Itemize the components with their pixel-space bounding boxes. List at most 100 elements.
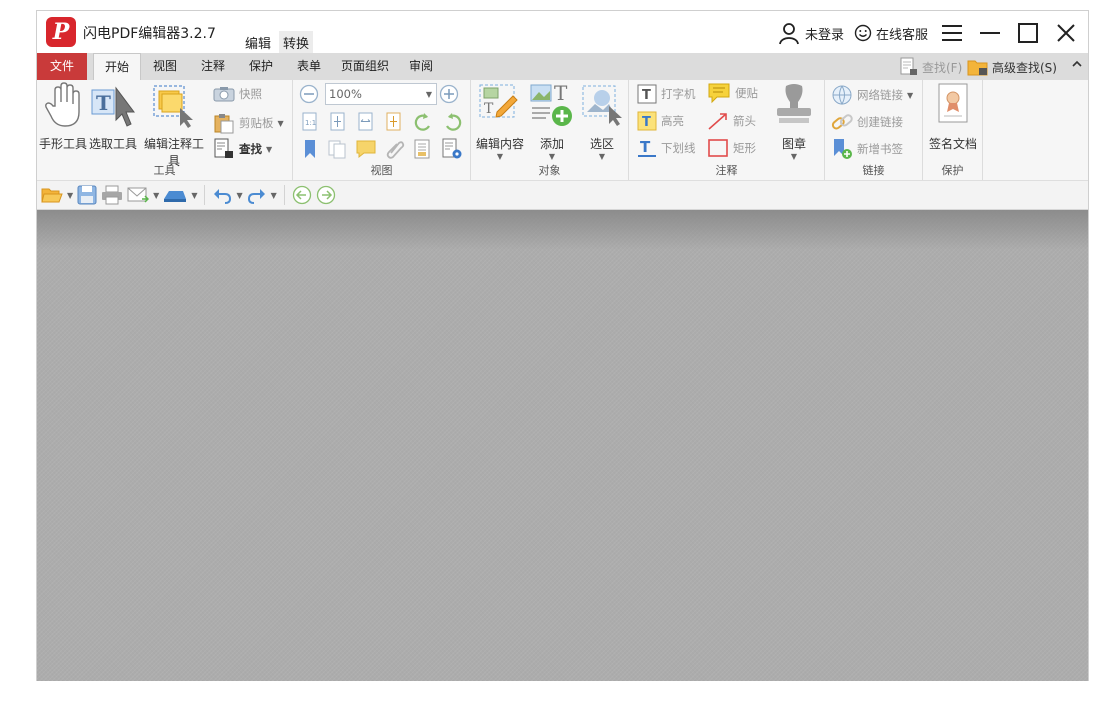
web-link-button[interactable]: 网络链接 ▼ [831,84,913,106]
tab-review[interactable]: 审阅 [401,53,441,80]
collapse-ribbon-button[interactable] [1071,59,1083,69]
underline-icon: T [638,138,656,157]
actual-size-icon[interactable]: 1:1 [301,112,319,132]
document-area[interactable] [37,210,1088,681]
edit-content-button[interactable]: T 编辑内容 ▼ [473,82,527,161]
toolbar-separator [283,185,285,205]
select-area-button[interactable]: 选区 ▼ [577,82,627,161]
add-object-dropdown-icon[interactable]: ▼ [527,152,577,161]
maximize-button[interactable] [1014,19,1042,47]
undo-dropdown-icon[interactable]: ▼ [236,191,242,200]
zoom-in-button[interactable] [439,84,459,104]
clipboard-button[interactable]: 剪贴板 ▼ [213,112,284,134]
select-area-icon [582,85,622,126]
save-icon[interactable] [77,185,97,205]
snapshot-button[interactable]: 快照 [213,86,262,102]
web-link-dropdown-icon[interactable]: ▼ [907,91,913,100]
fit-visible-icon[interactable] [385,112,403,132]
add-object-button[interactable]: T 添加 ▼ [527,81,577,161]
view-row-2: 1:1 [301,112,463,132]
smile-icon [854,24,872,42]
find-tool-label: 查找 [239,142,262,156]
stamp-dropdown-icon[interactable]: ▼ [769,152,819,161]
scanner-dropdown-icon[interactable]: ▼ [191,191,197,200]
tab-view[interactable]: 视图 [145,53,185,80]
support-button[interactable]: 在线客服 [854,24,928,43]
find-label: 查找(F) [922,60,963,75]
next-view-icon[interactable] [316,185,336,205]
rectangle-label: 矩形 [733,141,756,155]
fit-width-icon[interactable] [357,112,375,132]
email-icon[interactable] [127,186,150,204]
highlight-button[interactable]: T 高亮 [637,111,684,131]
minimize-icon [980,32,1000,34]
fit-page-icon[interactable] [329,112,347,132]
minimize-button[interactable] [976,19,1004,47]
rotate-right-icon[interactable] [443,112,463,132]
scanner-icon[interactable] [163,187,187,203]
stamp-label: 图章 [781,137,806,151]
open-folder-icon[interactable] [41,186,63,204]
user-icon [779,23,799,45]
arrow-button[interactable]: 箭头 [707,111,756,131]
annotation-select-icon [153,85,193,128]
underline-label: 下划线 [661,141,696,155]
menu-convert[interactable]: 转换 [279,31,314,54]
underline-button[interactable]: T 下划线 [637,138,696,158]
typewriter-button[interactable]: T 打字机 [637,84,696,104]
find-button[interactable]: 查找(F) [899,57,962,77]
add-object-icon: T [530,81,572,126]
doc-properties-icon[interactable] [441,138,463,160]
group-tools: 手形工具 T 选取工具 编辑注释工具 快照 剪贴板 ▼ 查找 ▼ 工具 [37,80,293,180]
select-area-dropdown-icon[interactable]: ▼ [577,152,627,161]
menu-edit[interactable]: 编辑 [241,31,275,54]
find-tool-button[interactable]: 查找 ▼ [213,138,272,160]
clipboard-icon [214,114,234,134]
sticky-note-button[interactable]: 便贴 [707,82,758,104]
close-button[interactable] [1052,19,1080,47]
select-tool-button[interactable]: T 选取工具 [89,82,137,152]
tab-organize-pages[interactable]: 页面组织 [337,53,393,80]
tab-annotate[interactable]: 注释 [193,53,233,80]
create-link-button[interactable]: 创建链接 [831,111,903,133]
find-dropdown-icon[interactable]: ▼ [266,145,272,154]
login-button[interactable]: 未登录 [777,21,844,45]
rotate-left-icon[interactable] [413,112,433,132]
tab-form[interactable]: 表单 [289,53,329,80]
zoom-out-button[interactable] [299,84,319,104]
add-object-label: 添加 [539,137,564,151]
camera-icon [213,87,235,102]
tab-protect[interactable]: 保护 [241,53,281,80]
rectangle-button[interactable]: 矩形 [707,138,756,158]
pages-icon[interactable] [327,139,347,159]
comments-icon[interactable] [355,139,377,159]
rectangle-icon [708,139,728,157]
tab-home[interactable]: 开始 [93,53,141,80]
stamp-button[interactable]: 图章 ▼ [769,82,819,161]
tab-file[interactable]: 文件 [37,53,87,80]
open-dropdown-icon[interactable]: ▼ [67,191,73,200]
menu-hamburger-button[interactable] [938,19,966,47]
print-icon[interactable] [101,185,123,205]
redo-icon[interactable] [247,186,267,204]
undo-icon[interactable] [212,186,232,204]
snapshot-label: 快照 [239,87,262,101]
ribbon: 手形工具 T 选取工具 编辑注释工具 快照 剪贴板 ▼ 查找 ▼ 工具 100%… [37,80,1088,181]
highlight-icon: T [637,111,657,131]
clipboard-dropdown-icon[interactable]: ▼ [278,119,284,128]
layers-icon[interactable] [413,139,433,159]
previous-view-icon[interactable] [292,185,312,205]
new-bookmark-button[interactable]: 新增书签 [831,138,903,160]
sign-document-button[interactable]: 签名文档 [925,82,981,152]
zoom-select[interactable]: 100% ▼ [325,83,437,105]
edit-content-dropdown-icon[interactable]: ▼ [473,152,527,161]
redo-dropdown-icon[interactable]: ▼ [271,191,277,200]
hand-tool-button[interactable]: 手形工具 [39,82,87,152]
zoom-dropdown-icon[interactable]: ▼ [426,90,432,99]
view-row-3 [301,138,463,160]
edit-annotation-tool-button[interactable]: 编辑注释工具 [139,82,209,169]
attachment-icon[interactable] [385,139,405,159]
advanced-find-button[interactable]: 高级查找(S) [967,57,1057,77]
email-dropdown-icon[interactable]: ▼ [153,191,159,200]
bookmark-icon[interactable] [301,139,319,159]
